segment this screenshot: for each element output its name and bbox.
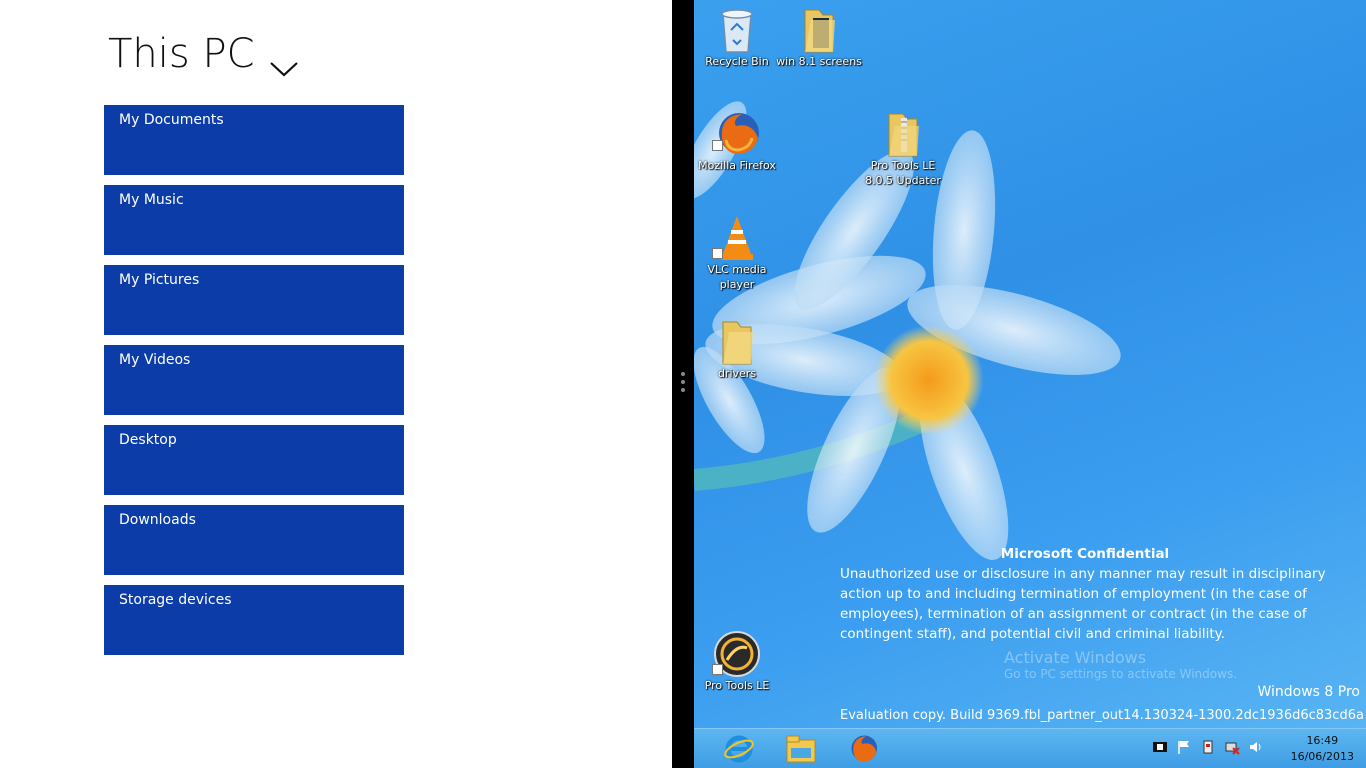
tile-label: Downloads (119, 512, 196, 528)
confidential-heading: Microsoft Confidential (1000, 546, 1170, 562)
activate-title: Activate Windows (1004, 648, 1147, 667)
snap-divider[interactable] (672, 0, 694, 768)
taskbar: 16:49 16/06/2013 (694, 728, 1366, 768)
this-pc-app: This PC My Documents My Music My Picture… (0, 0, 672, 768)
tile-my-music[interactable]: My Music (104, 185, 404, 255)
tile-label: My Videos (119, 352, 191, 368)
folder-icon (804, 9, 835, 53)
desktop-icon-label: win 8.1 screens (776, 55, 862, 68)
shortcut-arrow-icon (712, 140, 723, 151)
tile-downloads[interactable]: Downloads (104, 505, 404, 575)
tile-label: Storage devices (119, 592, 232, 608)
tile-label: My Pictures (119, 272, 200, 288)
tile-my-pictures[interactable]: My Pictures (104, 265, 404, 335)
taskbar-clock[interactable]: 16:49 16/06/2013 (1291, 733, 1354, 765)
file-explorer-icon (786, 735, 816, 763)
action-center-icon[interactable] (1152, 739, 1168, 755)
shortcut-arrow-icon (712, 664, 723, 675)
folder-icon (722, 321, 753, 365)
desktop-icon-label: Pro Tools LE (704, 679, 770, 692)
tile-my-documents[interactable]: My Documents (104, 105, 404, 175)
vlc-icon (721, 216, 753, 260)
recycle-bin-icon (721, 9, 753, 53)
windows-edition: Windows 8 Pro (1257, 684, 1360, 700)
desktop-icon-firefox[interactable]: Mozilla Firefox (694, 110, 780, 173)
activate-subtitle: Go to PC settings to activate Windows. (1004, 667, 1238, 681)
desktop-icon-label: VLC media player (707, 263, 767, 291)
desktop-icon-label: drivers (717, 367, 757, 380)
volume-icon[interactable] (1248, 739, 1264, 755)
desktop-icon-vlc[interactable]: VLC media player (694, 214, 780, 292)
grip-handle-icon[interactable] (681, 372, 685, 396)
chevron-down-icon[interactable] (269, 58, 299, 78)
location-tiles: My Documents My Music My Pictures My Vid… (104, 105, 404, 665)
desktop-icon-win81-screens[interactable]: win 8.1 screens (776, 6, 862, 69)
desktop-icon-label: Mozilla Firefox (698, 159, 776, 172)
activate-windows-watermark: Activate Windows Go to PC settings to ac… (1004, 648, 1237, 681)
clock-date: 16/06/2013 (1290, 750, 1354, 763)
firefox-icon (851, 735, 878, 762)
desktop-icon-label: Pro Tools LE 8.0.5 Updater (865, 159, 941, 187)
tile-my-videos[interactable]: My Videos (104, 345, 404, 415)
desktop-icon-label: Recycle Bin (705, 55, 769, 68)
confidential-notice: Microsoft Confidential Unauthorized use … (840, 544, 1360, 644)
tile-label: Desktop (119, 432, 177, 448)
tile-storage-devices[interactable]: Storage devices (104, 585, 404, 655)
tile-desktop[interactable]: Desktop (104, 425, 404, 495)
tile-label: My Music (119, 192, 184, 208)
confidential-body: Unauthorized use or disclosure in any ma… (840, 566, 1326, 642)
build-string: Evaluation copy. Build 9369.fbl_partner_… (840, 708, 1364, 723)
internet-explorer-icon (724, 735, 754, 763)
usb-device-icon[interactable] (1200, 739, 1216, 755)
desktop: Recycle Bin win 8.1 screens Mozilla Fire… (694, 0, 1366, 728)
network-disconnected-icon[interactable] (1224, 739, 1240, 755)
taskbar-internet-explorer[interactable] (712, 731, 766, 767)
taskbar-firefox[interactable] (836, 731, 890, 767)
desktop-icon-protools[interactable]: Pro Tools LE (694, 630, 780, 693)
page-title: This PC (108, 31, 255, 77)
desktop-icon-protools-updater[interactable]: Pro Tools LE 8.0.5 Updater (860, 110, 946, 188)
clock-time: 16:49 (1306, 734, 1339, 747)
zip-folder-icon (888, 113, 919, 157)
system-tray (1152, 739, 1264, 755)
tile-label: My Documents (119, 112, 224, 128)
app-header: This PC (108, 30, 299, 78)
taskbar-file-explorer[interactable] (774, 731, 828, 767)
flag-icon[interactable] (1176, 739, 1192, 755)
desktop-icon-drivers[interactable]: drivers (694, 318, 780, 381)
desktop-icon-recycle-bin[interactable]: Recycle Bin (694, 6, 780, 69)
shortcut-arrow-icon (712, 248, 723, 259)
